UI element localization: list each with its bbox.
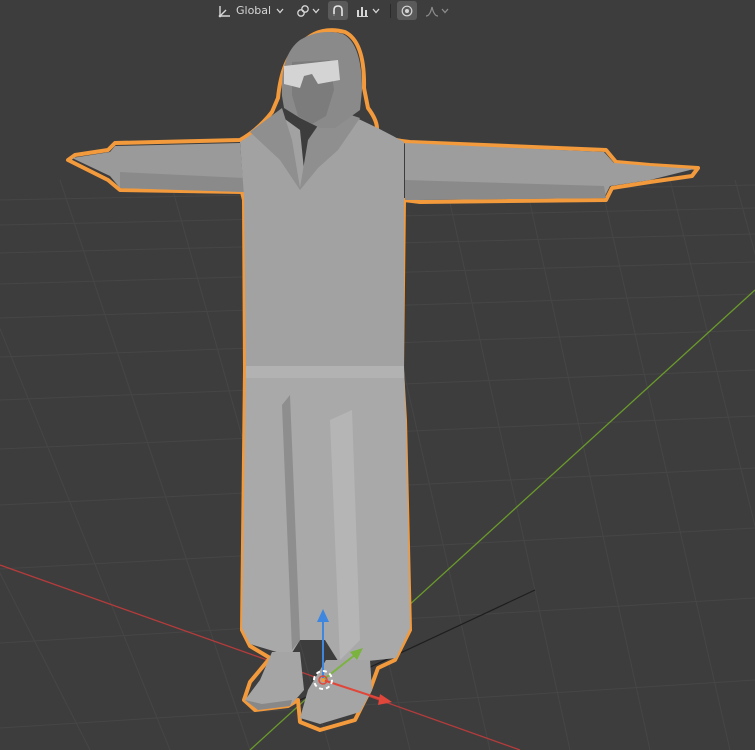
chevron-down-icon bbox=[312, 8, 320, 13]
snap-target-dropdown[interactable] bbox=[352, 1, 384, 20]
proportional-falloff-dropdown[interactable] bbox=[421, 1, 453, 20]
viewport-header: Global bbox=[214, 0, 453, 21]
proportional-edit-icon bbox=[401, 5, 413, 16]
snap-increment-icon bbox=[357, 6, 369, 17]
transform-orientation-dropdown[interactable]: Global bbox=[214, 1, 288, 20]
chevron-down-icon bbox=[276, 8, 284, 13]
magnet-snap-icon bbox=[333, 4, 343, 16]
falloff-curve-icon bbox=[426, 6, 439, 17]
coat-belt bbox=[246, 366, 404, 378]
orientation-label: Global bbox=[236, 4, 272, 17]
3d-viewport[interactable]: Global bbox=[0, 0, 755, 750]
character-mesh[interactable] bbox=[66, 28, 700, 732]
viewport-scene[interactable] bbox=[0, 0, 755, 750]
pivot-point-dropdown[interactable] bbox=[292, 1, 324, 20]
origin-dot bbox=[321, 678, 325, 682]
chevron-down-icon bbox=[372, 8, 380, 13]
proportional-edit-toggle[interactable] bbox=[397, 1, 418, 20]
transform-orientation-icon bbox=[218, 5, 230, 17]
chevron-down-icon bbox=[441, 8, 449, 13]
snap-toggle[interactable] bbox=[328, 1, 349, 20]
toolbar-separator bbox=[390, 3, 392, 18]
link-pivot-icon bbox=[297, 4, 309, 17]
